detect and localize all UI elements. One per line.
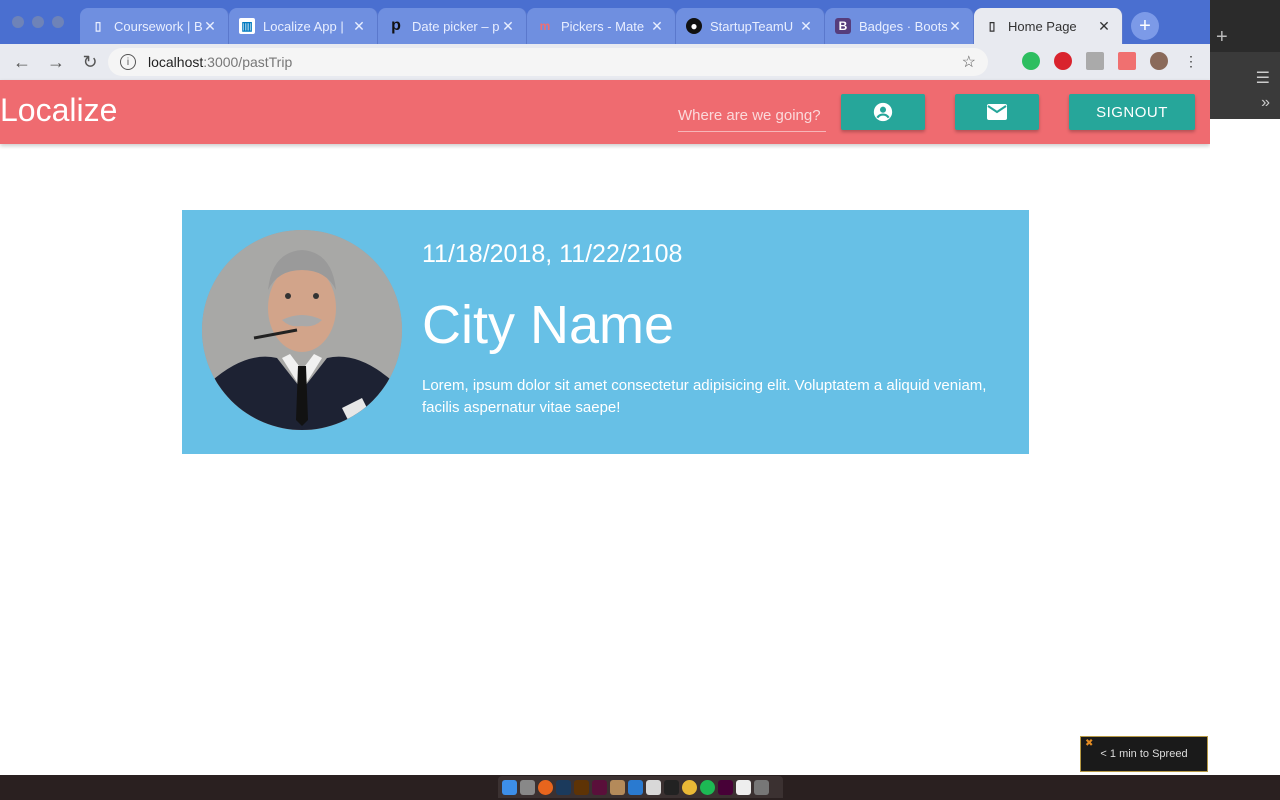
tab-title: Badges · Boots bbox=[859, 18, 947, 34]
materialize-icon: m bbox=[539, 19, 551, 33]
extension-icon[interactable] bbox=[1118, 52, 1136, 70]
page-icon: ▯ bbox=[94, 19, 102, 33]
city-name: City Name bbox=[422, 295, 675, 355]
tab-localize-app[interactable]: ▥ Localize App | ✕ bbox=[229, 8, 378, 44]
tab-title: Home Page bbox=[1008, 18, 1077, 34]
reader-icon[interactable] bbox=[1086, 52, 1104, 70]
traveler-photo bbox=[202, 230, 402, 430]
extensions-bar: ⋮ bbox=[1022, 52, 1200, 70]
close-icon[interactable]: ✕ bbox=[798, 18, 814, 35]
search-field bbox=[678, 100, 826, 132]
illustrator-icon[interactable] bbox=[574, 779, 589, 795]
overflow-chevron-icon[interactable]: » bbox=[1261, 94, 1270, 112]
trip-dates: 11/18/2018, 11/22/2108 bbox=[422, 240, 683, 268]
trip-description: Lorem, ipsum dolor sit amet consectetur … bbox=[422, 377, 987, 416]
vscode-icon[interactable] bbox=[628, 779, 643, 795]
tab-strip: ▯ Coursework | B ✕ ▥ Localize App | ✕ p … bbox=[0, 0, 1210, 44]
close-icon[interactable]: ✕ bbox=[1096, 18, 1112, 35]
background-window: + ☰ » bbox=[1210, 0, 1280, 775]
tab-date-picker[interactable]: p Date picker – p ✕ bbox=[378, 8, 527, 44]
spreed-widget[interactable]: ✖ < 1 min to Spreed bbox=[1080, 736, 1208, 772]
evernote-icon[interactable] bbox=[1022, 52, 1040, 70]
tab-badges[interactable]: B Badges · Boots ✕ bbox=[825, 8, 974, 44]
tab-title: Coursework | B bbox=[114, 18, 202, 34]
mail-icon bbox=[987, 104, 1007, 120]
messages-button[interactable] bbox=[955, 94, 1039, 130]
preview-icon[interactable] bbox=[610, 779, 625, 795]
close-icon[interactable]: ✖ bbox=[1085, 738, 1093, 749]
close-window-button[interactable] bbox=[12, 16, 24, 28]
new-tab-icon[interactable]: + bbox=[1216, 26, 1228, 49]
tab-title: Date picker – p bbox=[412, 18, 500, 34]
star-icon[interactable]: ☆ bbox=[962, 52, 976, 72]
settings-icon[interactable] bbox=[520, 779, 535, 795]
trash-icon[interactable] bbox=[754, 779, 769, 795]
menu-icon[interactable]: ☰ bbox=[1256, 68, 1270, 88]
address-bar[interactable]: i localhost:3000/pastTrip ☆ bbox=[108, 48, 988, 76]
search-input[interactable] bbox=[678, 100, 826, 130]
close-icon[interactable]: ✕ bbox=[202, 18, 218, 35]
tab-title: Pickers - Mate bbox=[561, 18, 645, 34]
close-icon[interactable]: ✕ bbox=[500, 18, 516, 35]
chrome-icon[interactable] bbox=[682, 779, 697, 795]
document-icon[interactable] bbox=[736, 779, 751, 795]
account-circle-icon bbox=[873, 102, 893, 122]
xd-icon[interactable] bbox=[718, 779, 733, 795]
forward-arrow-icon[interactable]: → bbox=[46, 52, 66, 73]
page-icon: ▯ bbox=[988, 19, 996, 33]
dock bbox=[498, 776, 783, 798]
past-trip-card: 11/18/2018, 11/22/2108 City Name Lorem, … bbox=[182, 210, 1029, 454]
tab-title: Localize App | bbox=[263, 18, 344, 34]
app-icon[interactable] bbox=[646, 779, 661, 795]
indesign-icon[interactable] bbox=[592, 779, 607, 795]
tab-github[interactable]: ● StartupTeamU ✕ bbox=[676, 8, 825, 44]
profile-avatar[interactable] bbox=[1150, 52, 1168, 70]
bootstrap-icon: B bbox=[835, 18, 851, 34]
profile-button[interactable] bbox=[841, 94, 925, 130]
finder-icon[interactable] bbox=[502, 779, 517, 795]
p-logo-icon: p bbox=[391, 17, 401, 34]
terminal-icon[interactable] bbox=[664, 779, 679, 795]
info-icon[interactable]: i bbox=[120, 54, 136, 70]
reload-icon[interactable]: ↻ bbox=[80, 52, 100, 73]
back-arrow-icon[interactable]: ← bbox=[12, 52, 32, 73]
spotify-icon[interactable] bbox=[700, 779, 715, 795]
more-vert-icon[interactable]: ⋮ bbox=[1182, 52, 1200, 70]
adblock-icon[interactable] bbox=[1054, 52, 1072, 70]
tab-title: StartupTeamU bbox=[710, 18, 794, 34]
close-icon[interactable]: ✕ bbox=[947, 18, 963, 35]
trello-icon: ▥ bbox=[239, 18, 255, 34]
tab-home-page[interactable]: ▯ Home Page ✕ bbox=[974, 8, 1123, 44]
close-icon[interactable]: ✕ bbox=[351, 18, 367, 35]
tab-coursework[interactable]: ▯ Coursework | B ✕ bbox=[80, 8, 229, 44]
close-icon[interactable]: ✕ bbox=[649, 18, 665, 35]
url-host: localhost bbox=[148, 54, 204, 70]
signout-button[interactable]: SIGNOUT bbox=[1069, 94, 1195, 130]
photoshop-icon[interactable] bbox=[556, 779, 571, 795]
firefox-icon[interactable] bbox=[538, 779, 553, 795]
tab-pickers[interactable]: m Pickers - Mate ✕ bbox=[527, 8, 676, 44]
maximize-window-button[interactable] bbox=[52, 16, 64, 28]
browser-toolbar: ← → ↻ i localhost:3000/pastTrip ☆ ⋮ bbox=[0, 44, 1210, 80]
new-tab-button[interactable]: + bbox=[1131, 12, 1159, 40]
minimize-window-button[interactable] bbox=[32, 16, 44, 28]
url-path: :3000/pastTrip bbox=[203, 54, 293, 70]
window-controls bbox=[12, 16, 64, 28]
browser-window: ▯ Coursework | B ✕ ▥ Localize App | ✕ p … bbox=[0, 0, 1210, 775]
spreed-text: < 1 min to Spreed bbox=[1100, 748, 1188, 760]
app-title[interactable]: Localize bbox=[0, 92, 117, 129]
github-icon: ● bbox=[686, 18, 702, 34]
app-header: Localize SIGNOUT bbox=[0, 80, 1210, 144]
